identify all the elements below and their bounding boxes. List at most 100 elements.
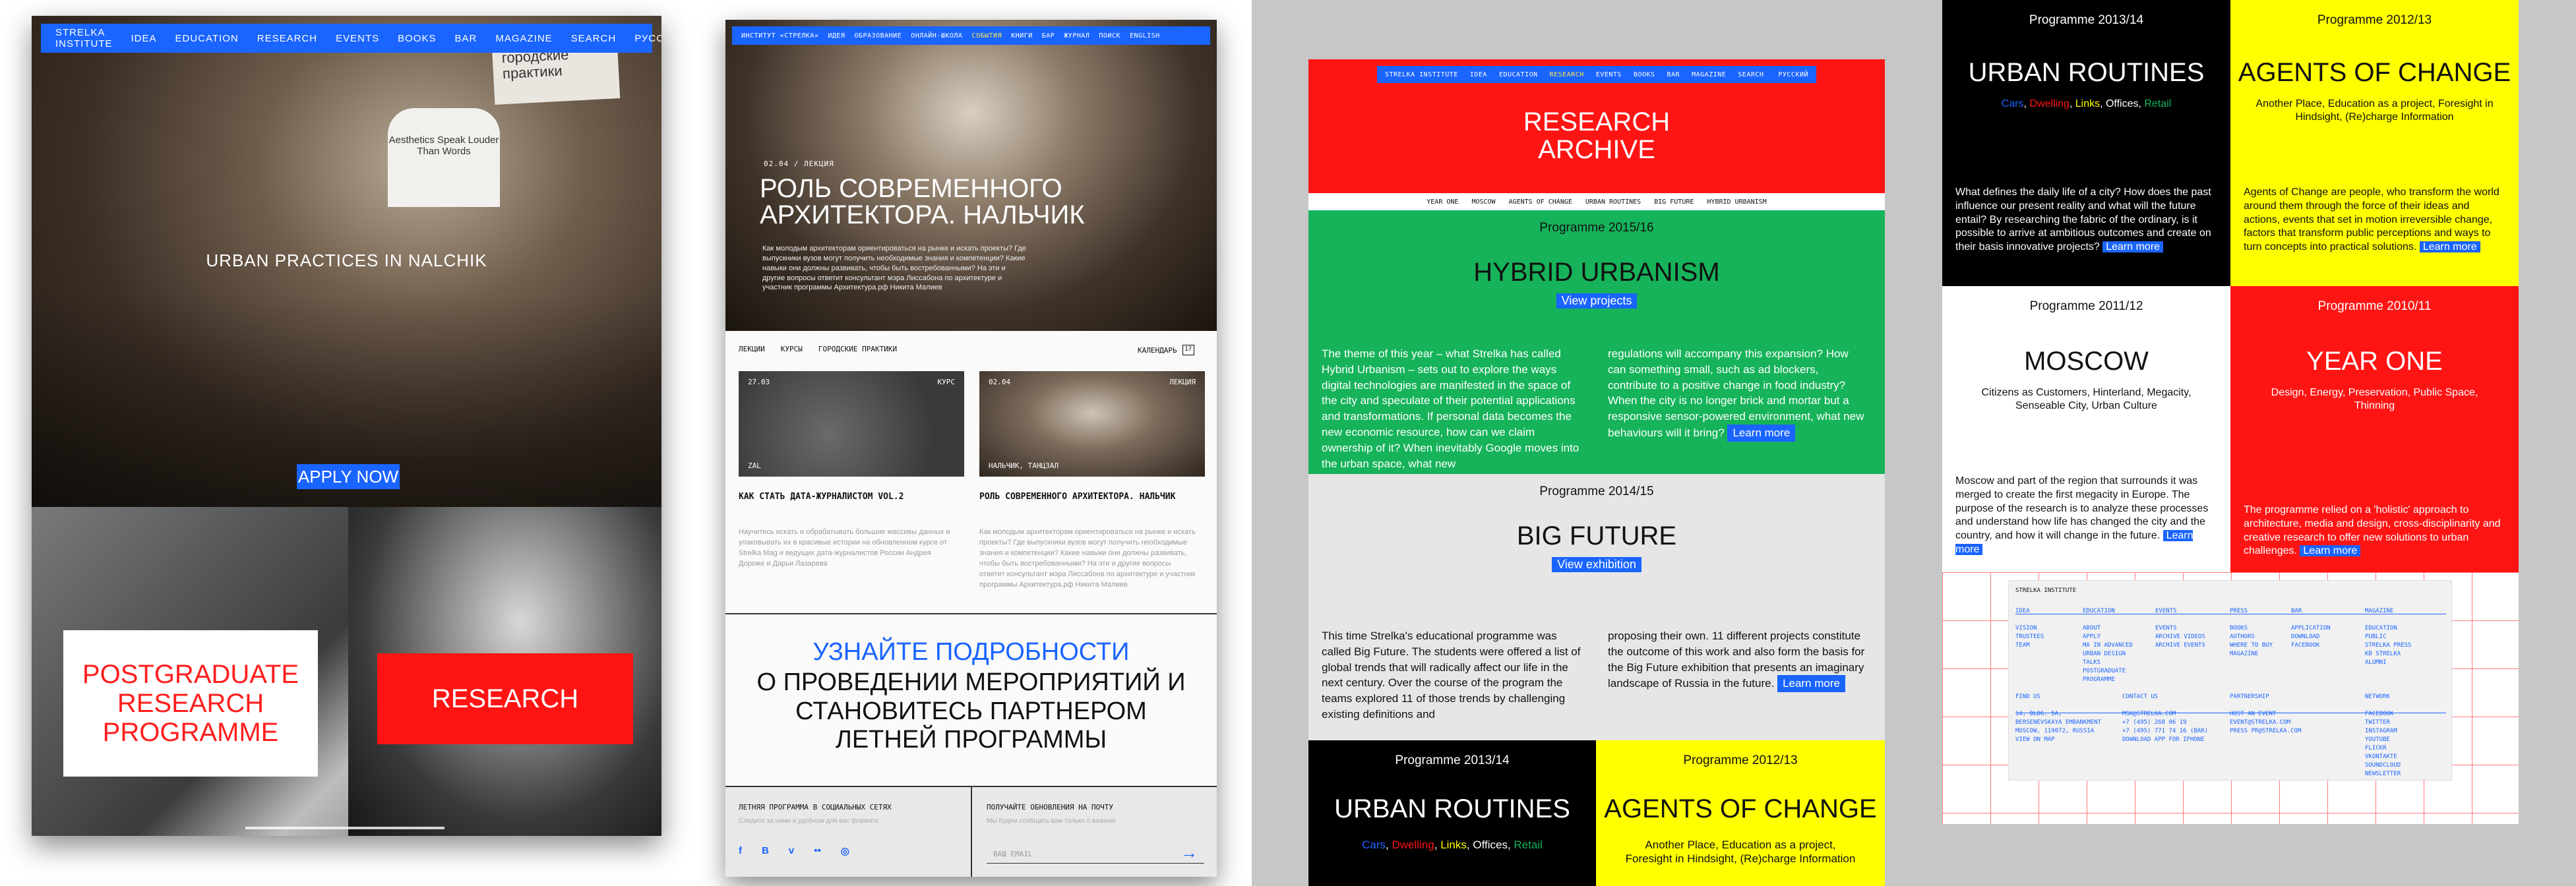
footer-link[interactable]: VISION bbox=[2015, 624, 2044, 633]
nav-item-bar[interactable]: BAR bbox=[454, 33, 477, 44]
subnav-urban[interactable]: URBAN ROUTINES bbox=[1585, 198, 1641, 206]
footer-link[interactable]: EVENT@STRELKA.COM bbox=[2230, 719, 2301, 727]
event-card-image[interactable]: 02.04 ЛЕКЦИЯ НАЛЬЧИК, ТАНЦЗАЛ bbox=[979, 371, 1205, 477]
submit-arrow-icon[interactable]: → bbox=[1181, 842, 1198, 863]
vk-icon[interactable]: B bbox=[762, 845, 769, 857]
tab-lectures[interactable]: ЛЕКЦИИ bbox=[739, 345, 765, 353]
vimeo-icon[interactable]: v bbox=[789, 845, 794, 857]
agents-of-change-tile[interactable]: Programme 2012/13 AGENTS OF CHANGE Anoth… bbox=[2230, 0, 2519, 286]
event-card-image[interactable]: 27.03 КУРС ZAL bbox=[739, 371, 964, 477]
footer-link[interactable]: TWITTER bbox=[2365, 719, 2401, 727]
nav-item-brand[interactable]: STRELKA INSTITUTE bbox=[55, 27, 113, 49]
email-input[interactable]: ВАШ EMAIL bbox=[987, 845, 1204, 864]
footer-link[interactable]: ARCHIVE VIDEOS bbox=[2155, 633, 2205, 641]
footer-link[interactable]: MA IN ADVANCED bbox=[2083, 641, 2133, 650]
footer-link[interactable]: +7 (495) 268 06 19 bbox=[2122, 719, 2208, 727]
footer-link[interactable]: TEAM bbox=[2015, 641, 2044, 650]
footer-link[interactable]: DOWNLOAD bbox=[2291, 633, 2331, 641]
footer-link[interactable]: ABOUT bbox=[2083, 624, 2133, 633]
nav-item[interactable]: ПОИСК bbox=[1099, 32, 1120, 40]
nav-item[interactable]: IDEA bbox=[1470, 71, 1487, 78]
footer-link[interactable]: NEWSLETTER bbox=[2365, 770, 2401, 779]
learn-more-button[interactable]: Learn more bbox=[1777, 675, 1845, 693]
nav-item[interactable]: ЖУРНАЛ bbox=[1064, 32, 1089, 40]
nav-item[interactable]: BOOKS bbox=[1634, 71, 1655, 78]
subnav-big-future[interactable]: BIG FUTURE bbox=[1654, 198, 1694, 206]
instagram-icon[interactable]: ◎ bbox=[841, 845, 849, 857]
footer-link[interactable]: KB STRELKA bbox=[2365, 650, 2411, 659]
footer-link[interactable]: DOWNLOAD APP FOR IPHONE bbox=[2122, 736, 2208, 744]
nav-item[interactable]: STRELKA INSTITUTE bbox=[1385, 71, 1458, 78]
subnav-moscow[interactable]: MOSCOW bbox=[1471, 198, 1495, 206]
footer-link[interactable]: TALKS bbox=[2083, 659, 2133, 667]
nav-item-events[interactable]: EVENTS bbox=[336, 33, 379, 44]
footer-col-head[interactable]: EDUCATION bbox=[2083, 607, 2133, 616]
calendar-link[interactable]: КАЛЕНДАРЬ 17 bbox=[1138, 345, 1194, 355]
footer-link[interactable]: PRESS PR@STRELKA.COM bbox=[2230, 727, 2301, 736]
nav-item-active[interactable]: СОБЫТИЯ bbox=[971, 32, 1002, 40]
footer-link[interactable]: PUBLIC bbox=[2365, 633, 2411, 641]
learn-more-button[interactable]: Learn more bbox=[1727, 424, 1796, 442]
subnav-year-one[interactable]: YEAR ONE bbox=[1426, 198, 1458, 206]
subnav-agents[interactable]: AGENTS OF CHANGE bbox=[1509, 198, 1572, 206]
urban-routines-tile[interactable]: Programme 2013/14 URBAN ROUTINES Cars, D… bbox=[1308, 740, 1596, 886]
card-title[interactable]: РОЛЬ СОВРЕМЕННОГО АРХИТЕКТОРА. НАЛЬЧИК bbox=[979, 492, 1197, 503]
urban-routines-tile[interactable]: Programme 2013/14 URBAN ROUTINES Cars, D… bbox=[1942, 0, 2230, 286]
lang-switch[interactable]: РУССКИЙ bbox=[1778, 71, 1808, 78]
footer-link[interactable]: APPLICATION bbox=[2291, 624, 2331, 633]
nav-item-active[interactable]: RESEARCH bbox=[1550, 71, 1584, 78]
nav-item-research[interactable]: RESEARCH bbox=[257, 33, 317, 44]
footer-link[interactable]: APPLY bbox=[2083, 633, 2133, 641]
nav-item[interactable]: ОБРАЗОВАНИЕ bbox=[854, 32, 902, 40]
nav-item[interactable]: ИДЕЯ bbox=[828, 32, 845, 40]
nav-item[interactable]: EVENTS bbox=[1596, 71, 1622, 78]
footer-link[interactable]: WHERE TO BUY bbox=[2230, 641, 2273, 650]
agents-of-change-tile[interactable]: Programme 2012/13 AGENTS OF CHANGE Anoth… bbox=[1596, 740, 1885, 886]
nav-item-idea[interactable]: IDEA bbox=[131, 33, 157, 44]
nav-item[interactable]: MAGAZINE bbox=[1692, 71, 1726, 78]
footer-link[interactable]: +7 (495) 771 74 16 (BAR) bbox=[2122, 727, 2208, 736]
nav-item-search[interactable]: SEARCH bbox=[571, 33, 617, 44]
year-one-tile[interactable]: Programme 2010/11 YEAR ONE Design, Energ… bbox=[2230, 286, 2519, 572]
nav-item[interactable]: EDUCATION bbox=[1499, 71, 1538, 78]
footer-col-head[interactable]: BAR bbox=[2291, 607, 2331, 616]
learn-more-button[interactable]: Learn more bbox=[2300, 545, 2361, 557]
nav-item-lang[interactable]: ENGLISH bbox=[1130, 32, 1160, 40]
nav-item-education[interactable]: EDUCATION bbox=[175, 33, 239, 44]
footer-link[interactable]: BOOKS bbox=[2230, 624, 2273, 633]
footer-col-head[interactable]: MAGAZINE bbox=[2365, 607, 2411, 616]
view-exhibition-button[interactable]: View exhibition bbox=[1552, 557, 1641, 572]
flickr-icon[interactable]: •• bbox=[814, 845, 821, 857]
footer-link[interactable]: INSTAGRAM bbox=[2365, 727, 2401, 736]
subnav-hybrid[interactable]: HYBRID URBANISM bbox=[1707, 198, 1766, 206]
footer-link[interactable]: MAGAZINE bbox=[2230, 650, 2273, 659]
nav-item[interactable]: БАР bbox=[1042, 32, 1055, 40]
footer-brand[interactable]: STRELKA INSTITUTE bbox=[2015, 587, 2076, 594]
footer-link[interactable]: MSK@STRELKA.COM bbox=[2122, 710, 2208, 719]
moscow-tile[interactable]: Programme 2011/12 MOSCOW Citizens as Cus… bbox=[1942, 286, 2230, 572]
footer-link[interactable]: TRUSTEES bbox=[2015, 633, 2044, 641]
footer-link[interactable]: SOUNDCLOUD bbox=[2365, 761, 2401, 770]
footer-link[interactable]: ARCHIVE EVENTS bbox=[2155, 641, 2205, 650]
postgraduate-tile[interactable]: POSTGRADUATE RESEARCH PROGRAMME bbox=[63, 630, 318, 777]
footer-col-head[interactable]: EVENTS bbox=[2155, 607, 2205, 616]
nav-item[interactable]: КНИГИ bbox=[1011, 32, 1033, 40]
nav-item-books[interactable]: BOOKS bbox=[398, 33, 436, 44]
nav-item[interactable]: BAR bbox=[1667, 71, 1680, 78]
tab-urban-practices[interactable]: ГОРОДСКИЕ ПРАКТИКИ bbox=[818, 345, 897, 353]
footer-link[interactable]: EVENTS bbox=[2155, 624, 2205, 633]
footer-link[interactable]: POSTGRADUATE bbox=[2083, 667, 2133, 676]
nav-item[interactable]: SEARCH bbox=[1738, 71, 1763, 78]
apply-now-button[interactable]: APPLY NOW bbox=[297, 464, 400, 489]
research-tile[interactable]: RESEARCH bbox=[377, 653, 633, 744]
view-projects-button[interactable]: View projects bbox=[1556, 293, 1638, 309]
footer-link[interactable]: VKONTAKTE bbox=[2365, 753, 2401, 761]
learn-more-button[interactable]: Learn more bbox=[2419, 241, 2480, 253]
footer-col-head[interactable]: IDEA bbox=[2015, 607, 2044, 616]
nav-item[interactable]: ОНЛАЙН-ШКОЛА bbox=[911, 32, 962, 40]
footer-link[interactable]: EDUCATION bbox=[2365, 624, 2411, 633]
footer-link[interactable]: FLICKR bbox=[2365, 744, 2401, 753]
footer-link[interactable]: FACEBOOK bbox=[2365, 710, 2401, 719]
footer-link[interactable]: ALUMNI bbox=[2365, 659, 2411, 667]
footer-map-link[interactable]: VIEW ON MAP bbox=[2015, 736, 2101, 744]
